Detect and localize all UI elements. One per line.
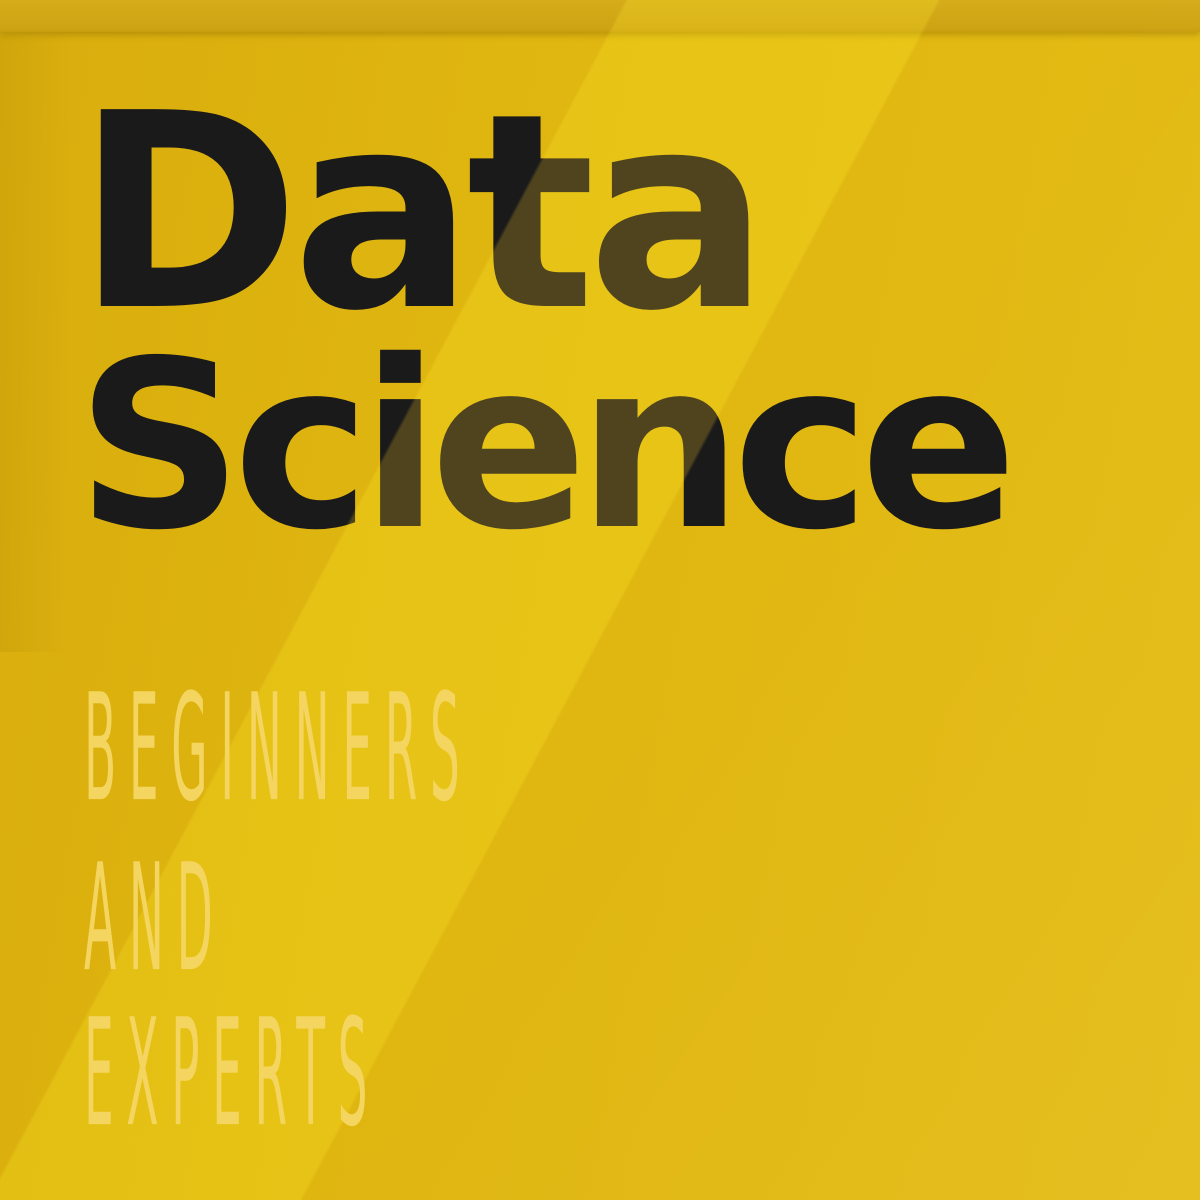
cover-art: Data Science BEGINNERS AND EXPERTS xyxy=(0,0,1200,1200)
title-line-2: Science xyxy=(76,311,1018,581)
subtitle-line-1: BEGINNERS xyxy=(84,663,473,835)
title-line-1: Data xyxy=(76,55,770,370)
subtitle-line-2: AND xyxy=(84,833,226,1005)
subtitle-line-3: EXPERTS xyxy=(84,988,381,1160)
left-edge-shadow xyxy=(0,32,70,652)
top-edge-strip xyxy=(0,0,1200,32)
